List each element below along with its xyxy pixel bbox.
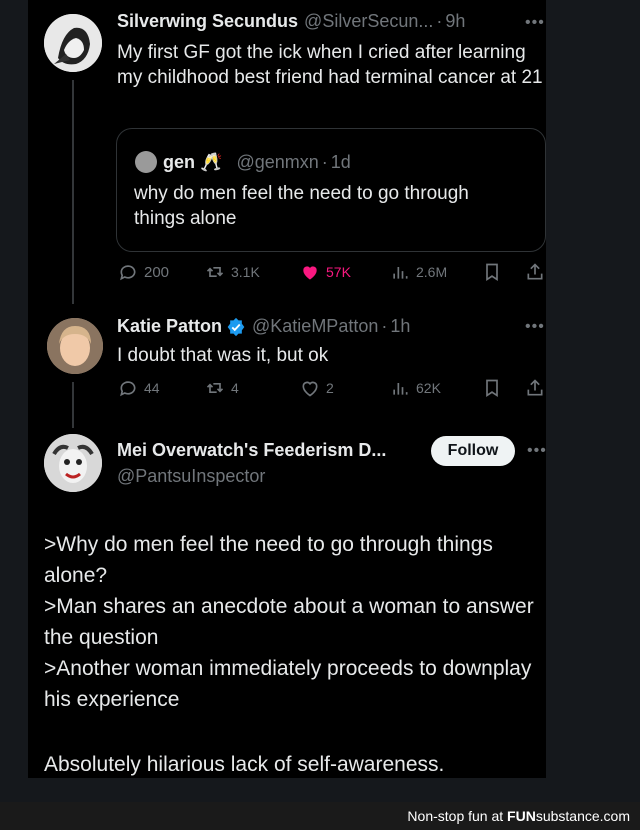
retweet-icon bbox=[206, 383, 224, 393]
tweet-2-text: I doubt that was it, but ok bbox=[117, 345, 329, 366]
reply-count: 44 bbox=[144, 380, 160, 396]
share-icon bbox=[527, 263, 543, 280]
author-name[interactable]: Mei Overwatch's Feederism D... bbox=[117, 440, 386, 461]
heart-icon bbox=[303, 266, 317, 280]
clown-avatar-icon bbox=[44, 434, 102, 492]
share-button[interactable] bbox=[525, 262, 545, 282]
bookmark-button[interactable] bbox=[482, 262, 502, 282]
thread-line-2 bbox=[72, 382, 74, 428]
author-handle[interactable]: @KatieMPatton bbox=[252, 316, 378, 337]
bookmark-button[interactable] bbox=[482, 378, 502, 398]
views-count: 2.6M bbox=[416, 264, 448, 280]
retweet-count: 4 bbox=[231, 380, 239, 396]
reply-icon bbox=[120, 265, 136, 281]
like-count: 2 bbox=[326, 380, 334, 396]
author-name[interactable]: Silverwing Secundus bbox=[117, 11, 298, 32]
focus-line-1: >Why do men feel the need to go through … bbox=[44, 533, 493, 587]
reply-button[interactable]: 44 bbox=[118, 378, 160, 398]
quoted-tweet-time: 1d bbox=[330, 151, 351, 172]
avatar-mei[interactable] bbox=[44, 434, 102, 492]
manga-avatar-icon bbox=[44, 14, 102, 72]
views-button[interactable]: 62K bbox=[390, 378, 441, 398]
share-icon bbox=[527, 379, 543, 396]
author-name[interactable]: Katie Patton bbox=[117, 316, 222, 337]
quoted-author-name: gen bbox=[163, 151, 196, 172]
tweet-1-header: Silverwing Secundus @SilverSecun... · 9h bbox=[117, 11, 466, 32]
more-options-icon[interactable]: ••• bbox=[527, 442, 547, 460]
bookmark-icon bbox=[486, 379, 498, 398]
reply-count: 200 bbox=[144, 263, 170, 281]
share-button[interactable] bbox=[525, 378, 545, 398]
quoted-tweet[interactable]: gen 🥂 @genmxn · 1d why do men feel the n… bbox=[116, 128, 546, 252]
tweet-1-text: My first GF got the ick when I cried aft… bbox=[117, 42, 543, 88]
focus-handle-row: @PantsuInspector bbox=[117, 466, 265, 487]
quoted-tweet-header: gen 🥂 @genmxn · 1d bbox=[135, 151, 351, 173]
views-icon bbox=[393, 383, 408, 395]
quoted-tweet-text: why do men feel the need to go through t… bbox=[134, 183, 469, 229]
champagne-icon: 🥂 bbox=[200, 151, 223, 172]
bookmark-icon bbox=[486, 263, 498, 282]
like-button[interactable]: 57K bbox=[300, 262, 351, 282]
tweet-time[interactable]: 9h bbox=[445, 11, 465, 32]
follow-button[interactable]: Follow bbox=[431, 436, 515, 466]
more-options-icon[interactable]: ••• bbox=[525, 318, 545, 336]
focus-closing: Absolutely hilarious lack of self-awaren… bbox=[44, 753, 445, 776]
heart-outline-icon bbox=[302, 381, 318, 397]
quoted-author-handle: @genmxn bbox=[236, 151, 319, 172]
views-count: 62K bbox=[416, 380, 441, 396]
focus-line-2: >Man shares an anecdote about a woman to… bbox=[44, 595, 534, 649]
verified-badge-icon bbox=[227, 317, 245, 336]
author-handle[interactable]: @PantsuInspector bbox=[117, 466, 265, 487]
like-count: 57K bbox=[326, 264, 351, 280]
focus-line-3: >Another woman immediately proceeds to d… bbox=[44, 657, 532, 711]
retweet-button[interactable]: 3.1K bbox=[205, 262, 260, 282]
focus-tweet-header: Mei Overwatch's Feederism D... bbox=[117, 440, 386, 461]
retweet-button[interactable]: 4 bbox=[205, 378, 239, 398]
more-options-icon[interactable]: ••• bbox=[525, 14, 545, 32]
tweet-2-header: Katie Patton @KatieMPatton · 1h bbox=[117, 316, 411, 337]
watermark-text: Non-stop fun at FUNsubstance.com bbox=[407, 808, 630, 824]
watermark-bar: Non-stop fun at FUNsubstance.com bbox=[0, 802, 640, 830]
views-icon bbox=[393, 267, 408, 279]
tweet-time[interactable]: 1h bbox=[390, 316, 410, 337]
views-button[interactable]: 2.6M bbox=[390, 262, 447, 282]
like-button[interactable]: 2 bbox=[300, 378, 334, 398]
profile-photo-icon bbox=[47, 318, 103, 374]
avatar-gen bbox=[135, 151, 157, 173]
avatar-silverwing[interactable] bbox=[44, 14, 102, 72]
retweet-icon bbox=[206, 267, 224, 277]
author-handle[interactable]: @SilverSecun... bbox=[304, 11, 433, 32]
reply-icon bbox=[120, 381, 136, 397]
thread-line-1 bbox=[72, 80, 74, 304]
avatar-katie[interactable] bbox=[47, 318, 103, 374]
reply-button[interactable]: 200 bbox=[118, 262, 169, 282]
retweet-count: 3.1K bbox=[231, 264, 260, 280]
